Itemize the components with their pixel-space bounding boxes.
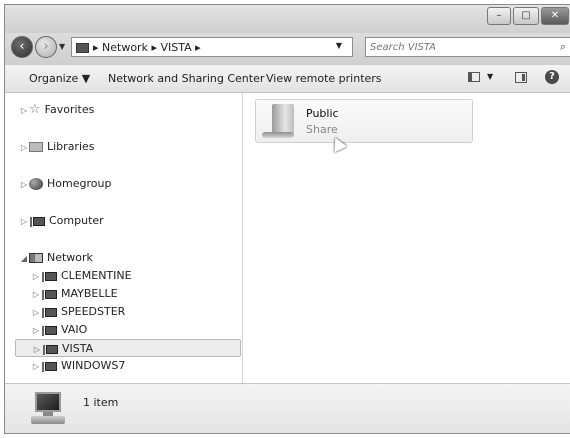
nav-item-speedster[interactable]: ▷ SPEEDSTER <box>31 303 125 321</box>
expand-arrow-icon[interactable]: ▷ <box>19 102 29 120</box>
view-options-dropdown-icon[interactable]: ▼ <box>487 72 493 81</box>
nav-label: Computer <box>49 214 104 227</box>
computer-icon <box>42 361 57 372</box>
network-computer-icon <box>76 43 89 53</box>
minimize-button[interactable]: – <box>487 7 511 25</box>
command-bar: Organize ▼ Network and Sharing Center Vi… <box>5 65 570 93</box>
forward-button[interactable]: › <box>35 36 57 58</box>
computer-icon <box>42 271 57 282</box>
expand-arrow-icon[interactable]: ▷ <box>31 304 41 322</box>
computer-icon <box>42 307 57 318</box>
library-icon <box>29 142 43 152</box>
nav-item-homegroup[interactable]: ▷ Homegroup <box>19 175 111 193</box>
homegroup-icon <box>29 178 43 190</box>
share-item-public[interactable]: Public Share <box>255 99 473 143</box>
nav-item-vaio[interactable]: ▷ VAIO <box>31 321 87 339</box>
nav-item-clementine[interactable]: ▷ CLEMENTINE <box>31 267 132 285</box>
expand-arrow-icon[interactable]: ▷ <box>31 322 41 340</box>
computer-icon <box>30 216 45 227</box>
shared-folder-icon <box>260 102 300 142</box>
expand-arrow-icon[interactable]: ▷ <box>19 213 29 231</box>
item-count: 1 item <box>83 396 119 409</box>
nav-label: Network <box>47 251 93 264</box>
computer-icon <box>43 344 58 355</box>
address-row: ‹ › ▼ ▸ Network ▸ VISTA ▸ ▼ ↻ ⌕ <box>5 33 570 65</box>
nav-label: VISTA <box>62 342 94 355</box>
details-pane: 1 item <box>5 383 570 433</box>
view-remote-printers-button[interactable]: View remote printers <box>266 72 382 85</box>
organize-button[interactable]: Organize ▼ <box>29 72 90 85</box>
expand-arrow-icon[interactable]: ▷ <box>31 268 41 286</box>
nav-item-network[interactable]: ◢ Network <box>19 249 93 267</box>
nav-item-vista[interactable]: ▷ VISTA <box>15 339 241 357</box>
search-icon[interactable]: ⌕ <box>560 40 566 54</box>
nav-label: WINDOWS7 <box>61 359 126 372</box>
back-button[interactable]: ‹ <box>11 36 33 58</box>
item-type: Share <box>306 123 338 136</box>
content-pane: Public Share <box>243 93 570 383</box>
search-input[interactable] <box>370 40 540 54</box>
nav-item-windows7[interactable]: ▷ WINDOWS7 <box>31 357 125 375</box>
close-button[interactable]: ✕ <box>541 7 569 25</box>
expand-arrow-icon[interactable]: ▷ <box>31 358 41 376</box>
explorer-window: – □ ✕ ‹ › ▼ ▸ Network ▸ VISTA ▸ ▼ ↻ ⌕ Or… <box>4 4 570 434</box>
computer-icon <box>42 289 57 300</box>
recent-pages-dropdown-icon[interactable]: ▼ <box>59 42 65 51</box>
nav-item-libraries[interactable]: ▷ Libraries <box>19 138 95 156</box>
expand-arrow-icon[interactable]: ▷ <box>31 286 41 304</box>
address-bar[interactable]: ▸ Network ▸ VISTA ▸ ▼ <box>71 37 353 57</box>
title-bar[interactable]: – □ ✕ <box>5 5 570 33</box>
nav-label: Libraries <box>47 140 95 153</box>
star-icon: ☆ <box>29 102 41 117</box>
nav-label: Favorites <box>44 103 95 116</box>
expand-arrow-icon[interactable]: ▷ <box>19 176 29 194</box>
expand-arrow-icon[interactable]: ▷ <box>19 139 29 157</box>
network-sharing-center-button[interactable]: Network and Sharing Center <box>108 72 264 85</box>
maximize-button[interactable]: □ <box>513 7 539 25</box>
nav-label: SPEEDSTER <box>61 305 126 318</box>
address-path[interactable]: ▸ Network ▸ VISTA ▸ <box>93 41 201 54</box>
address-dropdown-icon[interactable]: ▼ <box>336 41 342 50</box>
search-box[interactable]: ⌕ <box>365 37 570 57</box>
change-view-icon[interactable] <box>468 72 480 82</box>
item-name: Public <box>306 107 339 120</box>
nav-label: MAYBELLE <box>61 287 118 300</box>
nav-item-computer[interactable]: ▷ Computer <box>19 212 104 230</box>
nav-item-favorites[interactable]: ▷ ☆ Favorites <box>19 101 94 119</box>
nav-label: Homegroup <box>47 177 112 190</box>
nav-item-maybelle[interactable]: ▷ MAYBELLE <box>31 285 118 303</box>
preview-pane-icon[interactable] <box>515 72 527 83</box>
nav-label: CLEMENTINE <box>61 269 132 282</box>
navigation-pane: ▷ ☆ Favorites ▷ Libraries ▷ Homegroup ▷ Compu… <box>5 93 243 383</box>
collapse-arrow-icon[interactable]: ◢ <box>19 250 29 268</box>
nav-label: VAIO <box>61 323 88 336</box>
network-icon <box>29 253 43 263</box>
help-icon[interactable]: ? <box>545 70 559 84</box>
computer-icon <box>29 390 65 426</box>
computer-icon <box>42 325 57 336</box>
